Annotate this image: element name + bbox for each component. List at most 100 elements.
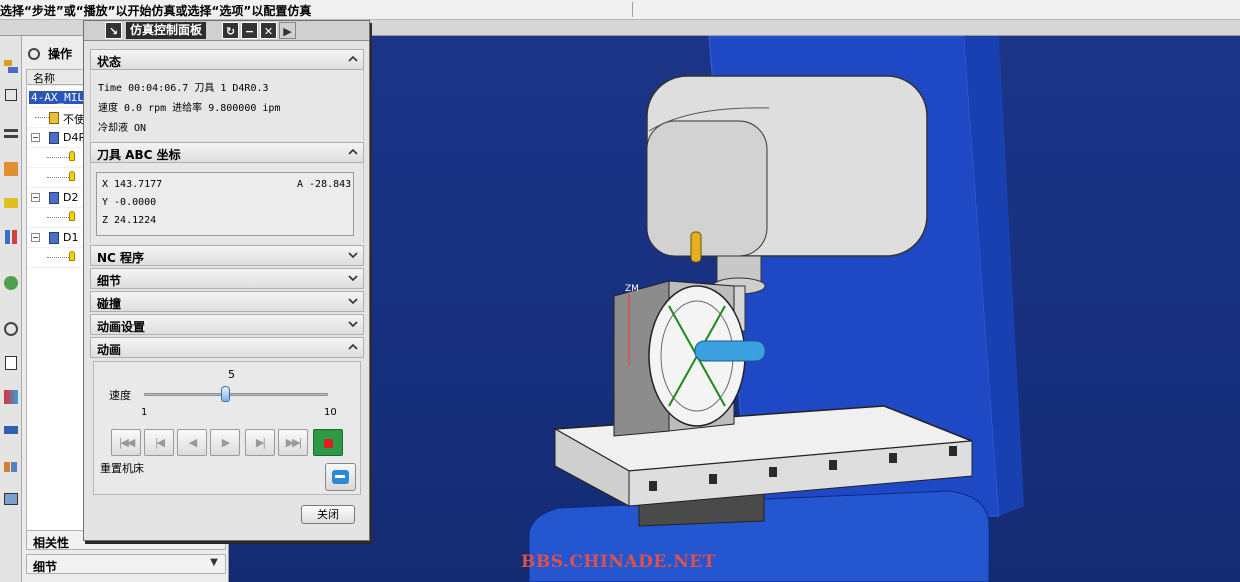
reset-dialog-icon[interactable]: ↻ xyxy=(222,22,239,39)
first-icon: |◀◀ xyxy=(118,436,136,449)
step-forward-button[interactable]: ▶ xyxy=(210,429,240,456)
section-animation-settings[interactable]: 动画设置 xyxy=(90,314,364,335)
chevron-up-icon[interactable] xyxy=(347,53,359,65)
previous-operation-button[interactable]: |◀ xyxy=(144,429,174,456)
step-back-icon: ◀ xyxy=(188,436,198,449)
animation-body: 5 速度 1 10 |◀◀ |◀ ◀ ▶ ▶| ▶▶| 重置机床 xyxy=(93,361,361,495)
prompt-bar: 选择“步进”或“播放”以开始仿真或选择“选项”以配置仿真 xyxy=(0,0,1240,20)
operation-icon xyxy=(69,171,75,181)
coord-x: X 143.7177 xyxy=(102,179,163,190)
step-back-button[interactable]: ◀ xyxy=(177,429,207,456)
chevron-right-icon[interactable]: ▶ xyxy=(279,22,296,39)
rewind-to-start-button[interactable]: |◀◀ xyxy=(111,429,141,456)
history-icon[interactable] xyxy=(2,320,20,338)
speed-label: 速度 xyxy=(109,389,131,402)
part-navigator-icon[interactable] xyxy=(2,126,20,144)
pin-icon[interactable] xyxy=(28,48,40,60)
coord-y: Y -0.0000 xyxy=(102,197,157,208)
chevron-down-icon[interactable] xyxy=(347,318,359,330)
reset-arrow-icon xyxy=(332,470,349,484)
close-icon[interactable]: ✕ xyxy=(260,22,277,39)
watermark: BBS.CHINADE.NET xyxy=(521,552,716,572)
section-nc-program[interactable]: NC 程序 xyxy=(90,245,364,266)
section-label: NC 程序 xyxy=(97,251,145,265)
reuse-library-icon[interactable] xyxy=(2,274,20,292)
collapse-icon[interactable]: − xyxy=(31,233,40,242)
tree-row-label: D2 xyxy=(63,191,79,204)
axis-label: ZM xyxy=(625,284,639,294)
next-op-icon: ▶| xyxy=(255,436,266,449)
section-details[interactable]: 细节 xyxy=(90,268,364,289)
resource-bar xyxy=(0,36,22,582)
tool-navigator-icon[interactable] xyxy=(2,228,20,246)
navigator-tab-operation[interactable]: 操作 xyxy=(48,45,72,62)
section-label: 细节 xyxy=(97,274,122,288)
reset-machine-button[interactable] xyxy=(325,463,356,491)
tool-icon xyxy=(49,192,59,204)
chevron-down-icon[interactable]: ▼ xyxy=(207,557,221,571)
chevron-up-icon[interactable] xyxy=(347,146,359,158)
machine-navigator-icon[interactable] xyxy=(2,194,20,212)
column-name-label: 名称 xyxy=(33,72,55,85)
chevron-down-icon[interactable] xyxy=(347,272,359,284)
roles-icon[interactable] xyxy=(2,456,20,474)
graphics-viewport[interactable]: ZM BBS.CHINADE.NET xyxy=(229,36,1240,582)
close-button[interactable]: 关闭 xyxy=(301,505,355,524)
last-icon: ▶▶| xyxy=(285,436,303,449)
coordinate-readout: X 143.7177 Y -0.0000 Z 24.1224 A -28.843 xyxy=(96,172,354,236)
section-details[interactable]: 细节 ▼ xyxy=(26,554,226,574)
operation-icon xyxy=(69,251,75,261)
operation-icon xyxy=(69,151,75,161)
system-visualization-icon[interactable] xyxy=(2,490,20,508)
expand-icon[interactable] xyxy=(86,22,103,39)
system-materials-icon[interactable] xyxy=(2,354,20,372)
section-status[interactable]: 状态 xyxy=(90,49,364,70)
section-tool-coords[interactable]: 刀具 ABC 坐标 xyxy=(90,142,364,163)
dialog-titlebar[interactable]: ↘ 仿真控制面板 ↻ − ✕ ▶ xyxy=(84,21,369,41)
minimize-icon[interactable]: − xyxy=(241,22,258,39)
status-speed-feed: 速度 0.0 rpm 进给率 9.800000 ipm xyxy=(98,103,281,114)
assembly-navigator-icon[interactable] xyxy=(2,58,20,76)
constraint-navigator-icon[interactable] xyxy=(2,86,20,104)
status-coolant: 冷却液 ON xyxy=(98,123,147,134)
machine-model: ZM xyxy=(528,36,1024,582)
coord-a: A -28.843 xyxy=(297,179,352,190)
collapse-icon[interactable]: − xyxy=(31,133,40,142)
folder-icon xyxy=(49,112,59,124)
prompt-text: 选择“步进”或“播放”以开始仿真或选择“选项”以配置仿真 xyxy=(0,4,312,18)
section-label: 动画 xyxy=(97,343,122,357)
section-collision[interactable]: 碰撞 xyxy=(90,291,364,312)
spindle-head-front xyxy=(646,120,768,257)
dialog-title: 仿真控制面板 xyxy=(126,22,207,39)
operation-icon xyxy=(69,211,75,221)
speed-max-label: 10 xyxy=(324,407,337,418)
section-label: 碰撞 xyxy=(97,297,122,311)
process-studio-icon[interactable] xyxy=(2,388,20,406)
status-time-tool: Time 00:04:06.7 刀具 1 D4R0.3 xyxy=(98,83,269,94)
status-body: Time 00:04:06.7 刀具 1 D4R0.3 速度 0.0 rpm 进… xyxy=(90,70,364,141)
manufacturing-wizard-icon[interactable] xyxy=(2,422,20,440)
fast-forward-to-end-button[interactable]: ▶▶| xyxy=(278,429,308,456)
chevron-down-icon[interactable] xyxy=(347,249,359,261)
section-label: 细节 xyxy=(33,560,58,574)
tree-row-label: D1 xyxy=(63,231,79,244)
tool-icon xyxy=(49,232,59,244)
tool-icon xyxy=(49,132,59,144)
operation-navigator-icon[interactable] xyxy=(2,160,20,178)
chevron-down-icon[interactable] xyxy=(347,295,359,307)
section-animation[interactable]: 动画 xyxy=(90,337,364,358)
prompt-separator xyxy=(632,2,633,17)
stop-button[interactable] xyxy=(313,429,343,456)
section-label: 动画设置 xyxy=(97,320,146,334)
resize-icon[interactable]: ↘ xyxy=(105,22,122,39)
collapse-icon[interactable]: − xyxy=(31,193,40,202)
section-label: 相关性 xyxy=(33,536,70,550)
speed-slider[interactable] xyxy=(144,393,328,396)
next-operation-button[interactable]: ▶| xyxy=(245,429,275,456)
section-label: 刀具 ABC 坐标 xyxy=(97,148,181,162)
workpiece xyxy=(694,340,766,362)
step-forward-icon: ▶ xyxy=(221,436,231,449)
simulation-control-panel: ↘ 仿真控制面板 ↻ − ✕ ▶ 状态 Time 00:04:06.7 刀具 1… xyxy=(83,20,370,541)
chevron-up-icon[interactable] xyxy=(347,341,359,353)
speed-slider-thumb[interactable] xyxy=(221,386,231,402)
